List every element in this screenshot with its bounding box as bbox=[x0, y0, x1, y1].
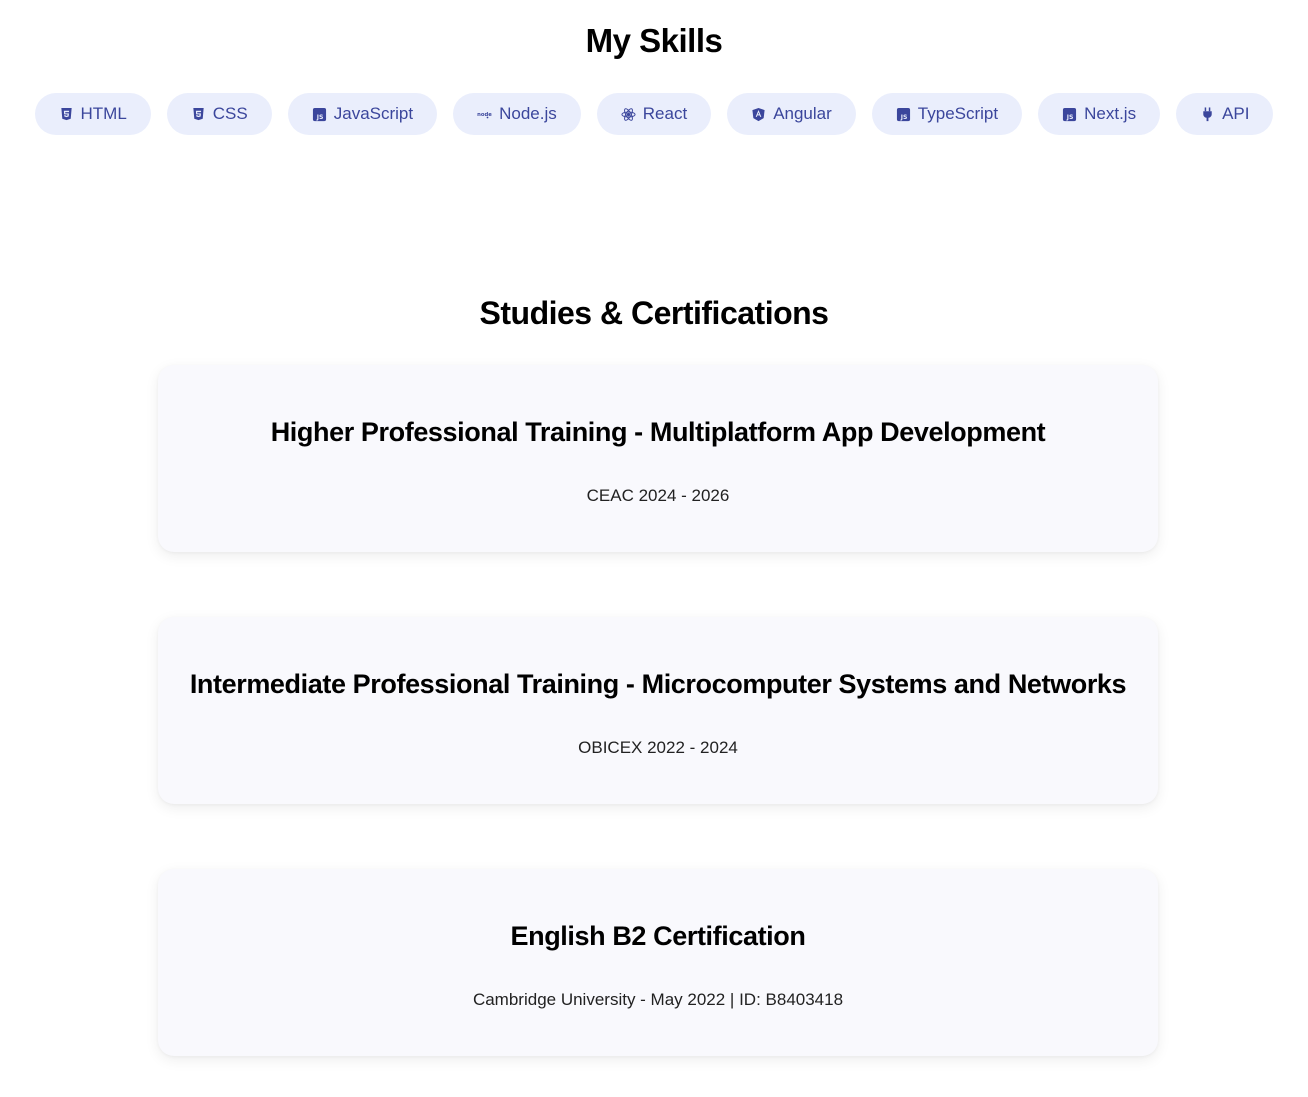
skills-heading: My Skills bbox=[585, 22, 723, 59]
html5-icon bbox=[59, 107, 74, 122]
css3-icon bbox=[191, 107, 206, 122]
study-card-title: Intermediate Professional Training - Mic… bbox=[189, 669, 1127, 699]
javascript-icon: JS bbox=[312, 107, 327, 122]
skill-label: TypeScript bbox=[917, 104, 999, 123]
skill-pill-nextjs[interactable]: JS Next.js bbox=[1038, 93, 1161, 135]
skill-label: JavaScript bbox=[333, 104, 414, 123]
skill-pill-nodejs[interactable]: node Node.js bbox=[453, 93, 581, 135]
study-card: Higher Professional Training - Multiplat… bbox=[158, 365, 1158, 552]
page: My Skills HTML CSS JS JavaScript node No… bbox=[0, 0, 1308, 1097]
skill-pill-css[interactable]: CSS bbox=[166, 93, 272, 135]
react-icon bbox=[621, 107, 636, 122]
svg-text:JS: JS bbox=[900, 114, 908, 121]
skill-pill-typescript[interactable]: JS TypeScript bbox=[871, 93, 1023, 135]
studies-heading: Studies & Certifications bbox=[479, 295, 829, 331]
skill-pill-html[interactable]: HTML bbox=[34, 93, 151, 135]
skill-pill-angular[interactable]: Angular bbox=[727, 93, 856, 135]
skill-label: Node.js bbox=[499, 104, 557, 123]
study-card: English B2 Certification Cambridge Unive… bbox=[158, 869, 1158, 1056]
study-card: Intermediate Professional Training - Mic… bbox=[158, 617, 1158, 804]
skill-pill-react[interactable]: React bbox=[596, 93, 712, 135]
study-card-subtitle: OBICEX 2022 - 2024 bbox=[578, 738, 738, 757]
javascript-icon: JS bbox=[1062, 107, 1077, 122]
study-card-title: English B2 Certification bbox=[510, 921, 806, 951]
skill-pill-api[interactable]: API bbox=[1176, 93, 1274, 135]
svg-text:node: node bbox=[477, 112, 492, 118]
skill-label: React bbox=[642, 104, 688, 123]
skill-label: Next.js bbox=[1084, 104, 1137, 123]
angular-icon bbox=[751, 107, 766, 122]
skill-pill-javascript[interactable]: JS JavaScript bbox=[287, 93, 438, 135]
plug-icon bbox=[1200, 106, 1215, 122]
javascript-icon: JS bbox=[896, 107, 911, 122]
study-card-subtitle: Cambridge University - May 2022 | ID: B8… bbox=[472, 990, 844, 1009]
studies-list: Higher Professional Training - Multiplat… bbox=[158, 365, 1158, 1097]
skill-label: CSS bbox=[212, 104, 248, 123]
svg-text:JS: JS bbox=[315, 114, 323, 121]
skills-list: HTML CSS JS JavaScript node Node.js Reac… bbox=[0, 93, 1308, 135]
svg-text:JS: JS bbox=[1066, 114, 1074, 121]
skill-label: HTML bbox=[80, 104, 127, 123]
skill-label: API bbox=[1222, 104, 1250, 123]
skill-label: Angular bbox=[773, 104, 832, 123]
nodejs-icon: node bbox=[477, 107, 492, 122]
study-card-subtitle: CEAC 2024 - 2026 bbox=[586, 486, 730, 505]
study-card-title: Higher Professional Training - Multiplat… bbox=[270, 417, 1046, 447]
